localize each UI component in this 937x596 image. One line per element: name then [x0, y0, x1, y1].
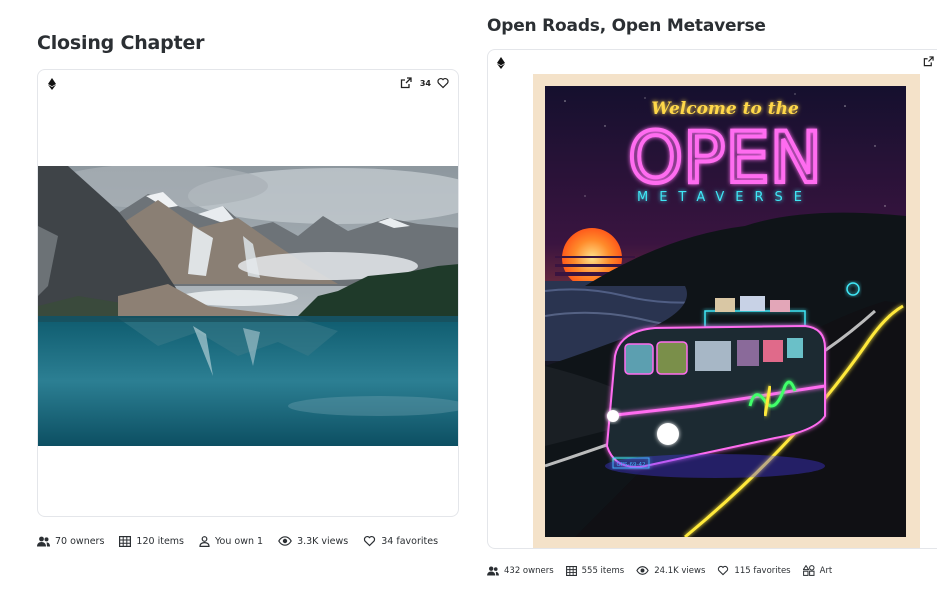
- items-stat[interactable]: 555 items: [565, 565, 625, 576]
- items-label: 555 items: [581, 565, 625, 576]
- poster-open-text: OPEN: [628, 117, 822, 199]
- favorites-stat[interactable]: 115 favorites: [717, 565, 791, 576]
- items-stat[interactable]: 120 items: [119, 536, 184, 547]
- ethereum-icon: [497, 57, 505, 69]
- category-label: Art: [819, 565, 833, 576]
- favorite-count: 34: [419, 78, 431, 88]
- mountain-lake-artwork[interactable]: [38, 166, 459, 446]
- collection-stats: 432 owners 555 items 24.1K views 115 fav…: [487, 565, 844, 576]
- person-icon: [199, 535, 210, 547]
- ethereum-icon: [48, 78, 56, 90]
- ownership-label: You own 1: [215, 535, 264, 547]
- items-label: 120 items: [136, 535, 184, 547]
- views-stat[interactable]: 24.1K views: [636, 566, 705, 576]
- neon-van-artwork[interactable]: Welcome to the OPEN METAVERSE GPS-69-42: [545, 86, 906, 537]
- views-label: 24.1K views: [654, 565, 706, 576]
- favorites-stat[interactable]: 34 favorites: [363, 535, 438, 547]
- eye-icon: [278, 536, 292, 546]
- owners-stat[interactable]: 70 owners: [37, 536, 104, 547]
- nft-card[interactable]: 34: [37, 69, 459, 517]
- items-grid-icon: [119, 535, 132, 547]
- owners-icon: [37, 536, 50, 546]
- owners-stat[interactable]: 432 owners: [487, 566, 554, 576]
- eye-icon: [636, 566, 649, 575]
- poster-welcome-text: Welcome to the: [651, 99, 799, 119]
- external-link-icon[interactable]: [923, 56, 934, 67]
- favorites-label: 34 favorites: [381, 535, 439, 547]
- nft-card[interactable]: Welcome to the OPEN METAVERSE GPS-69-42: [487, 49, 937, 549]
- heart-icon: [718, 565, 729, 576]
- owners-icon: [487, 566, 499, 576]
- owners-label: 70 owners: [55, 535, 105, 547]
- owners-label: 432 owners: [504, 565, 554, 576]
- items-grid-icon: [565, 565, 577, 576]
- views-label: 3.3K views: [297, 535, 349, 547]
- favorites-label: 115 favorites: [734, 565, 791, 576]
- ownership-stat[interactable]: You own 1: [199, 536, 263, 547]
- heart-icon: [364, 535, 376, 547]
- heart-icon[interactable]: [437, 77, 449, 89]
- category-stat[interactable]: Art: [802, 565, 833, 576]
- poster-metaverse-text: METAVERSE: [637, 190, 813, 205]
- collection-stats: 70 owners 120 items You own 1 3.3K views…: [37, 535, 453, 547]
- collection-title[interactable]: Open Roads, Open Metaverse: [487, 16, 766, 36]
- shapes-icon: [802, 565, 815, 576]
- views-stat[interactable]: 3.3K views: [278, 536, 348, 547]
- external-link-icon[interactable]: [400, 77, 412, 89]
- poster-frame: Welcome to the OPEN METAVERSE GPS-69-42: [533, 74, 920, 548]
- collection-title[interactable]: Closing Chapter: [37, 32, 205, 54]
